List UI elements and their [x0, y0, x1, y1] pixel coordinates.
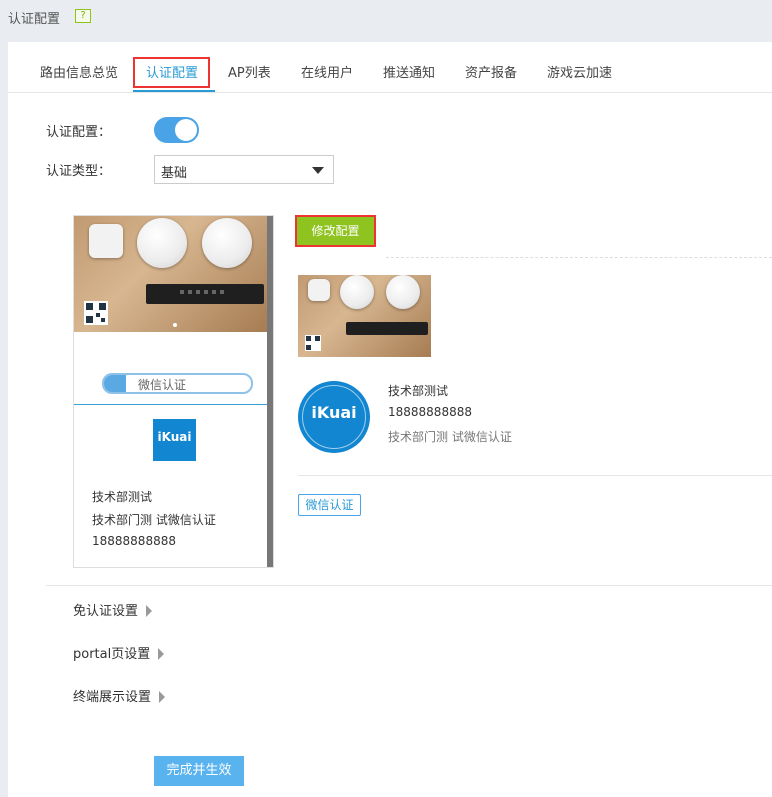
tab-asset-report[interactable]: 资产报备: [465, 62, 517, 81]
carousel-indicator: [173, 323, 177, 327]
section-label: 终端展示设置: [73, 690, 152, 705]
ap-device-image: [308, 279, 330, 301]
ap-device-image: [386, 275, 420, 309]
toggle-knob: [175, 119, 197, 141]
section-label: 免认证设置: [73, 604, 139, 619]
wechat-button-label: 微信认证: [138, 378, 187, 392]
active-tab-highlight: [133, 57, 210, 88]
preview-description: 技术部门测 试微信认证: [92, 513, 216, 527]
dashed-divider: [386, 257, 772, 258]
preview-banner-image: [74, 216, 268, 332]
circle-logo-text: iKuai: [311, 403, 357, 422]
tab-ap-list[interactable]: AP列表: [228, 62, 271, 81]
config-phone: 18888888888: [388, 405, 472, 419]
router-image: [346, 322, 428, 335]
portal-settings-toggle[interactable]: portal页设置: [73, 643, 165, 662]
ap-device-image: [137, 218, 187, 268]
ap-device-image: [89, 224, 123, 258]
wechat-auth-button[interactable]: 微信认证: [102, 373, 253, 394]
main-panel: 路由信息总览 认证配置 AP列表 在线用户 推送通知 资产报备 游戏云加速 认证…: [8, 42, 772, 797]
preview-phone: 18888888888: [92, 534, 176, 548]
complete-and-apply-button[interactable]: 完成并生效: [154, 756, 244, 786]
wechat-button-fill: [104, 375, 126, 392]
auth-enabled-toggle[interactable]: [154, 117, 199, 143]
tab-push-notify[interactable]: 推送通知: [383, 62, 435, 81]
router-image: [146, 284, 264, 304]
qr-code-icon: [305, 335, 321, 351]
auth-type-select[interactable]: 基础: [154, 155, 334, 184]
chevron-right-icon: [146, 605, 153, 617]
page-title: 认证配置: [8, 12, 61, 27]
auth-config-label: 认证配置：: [46, 125, 112, 140]
tab-game-accel[interactable]: 游戏云加速: [547, 62, 612, 81]
config-company: 技术部测试: [388, 384, 449, 398]
tab-router-overview[interactable]: 路由信息总览: [40, 62, 118, 81]
logo-text: iKuai: [157, 430, 192, 444]
section-separator: [46, 585, 772, 586]
no-auth-settings-toggle[interactable]: 免认证设置: [73, 600, 153, 619]
ap-device-image: [202, 218, 252, 268]
qr-code-icon: [84, 301, 108, 325]
top-bar: 认证配置 ?: [0, 0, 772, 42]
auth-type-label: 认证类型：: [46, 164, 112, 179]
modify-config-button[interactable]: 修改配置: [295, 215, 376, 247]
preview-scrollbar[interactable]: [267, 216, 273, 567]
chevron-down-icon: [312, 167, 324, 174]
preview-divider: [74, 404, 268, 405]
active-tab-underline: [133, 90, 215, 92]
help-icon[interactable]: ?: [75, 9, 91, 23]
portal-preview: 微信认证 iKuai 技术部测试 技术部门测 试微信认证 18888888888: [73, 215, 274, 568]
modify-config-label: 修改配置: [311, 224, 360, 238]
terminal-display-settings-toggle[interactable]: 终端展示设置: [73, 686, 166, 705]
config-separator: [298, 475, 772, 476]
preview-company: 技术部测试: [92, 490, 153, 504]
ikuai-logo: iKuai: [153, 419, 196, 461]
chevron-right-icon: [158, 648, 165, 660]
tab-bar: 路由信息总览 认证配置 AP列表 在线用户 推送通知 资产报备 游戏云加速: [8, 42, 772, 93]
section-label: portal页设置: [73, 647, 151, 662]
config-description: 技术部门测 试微信认证: [388, 430, 512, 444]
ikuai-circle-logo: iKuai: [298, 381, 370, 453]
ap-device-image: [340, 275, 374, 309]
banner-thumbnail: [298, 275, 431, 357]
tab-online-users[interactable]: 在线用户: [301, 62, 353, 81]
auth-type-value: 基础: [161, 166, 188, 181]
auth-method-tag: 微信认证: [298, 494, 361, 516]
chevron-right-icon: [159, 691, 166, 703]
